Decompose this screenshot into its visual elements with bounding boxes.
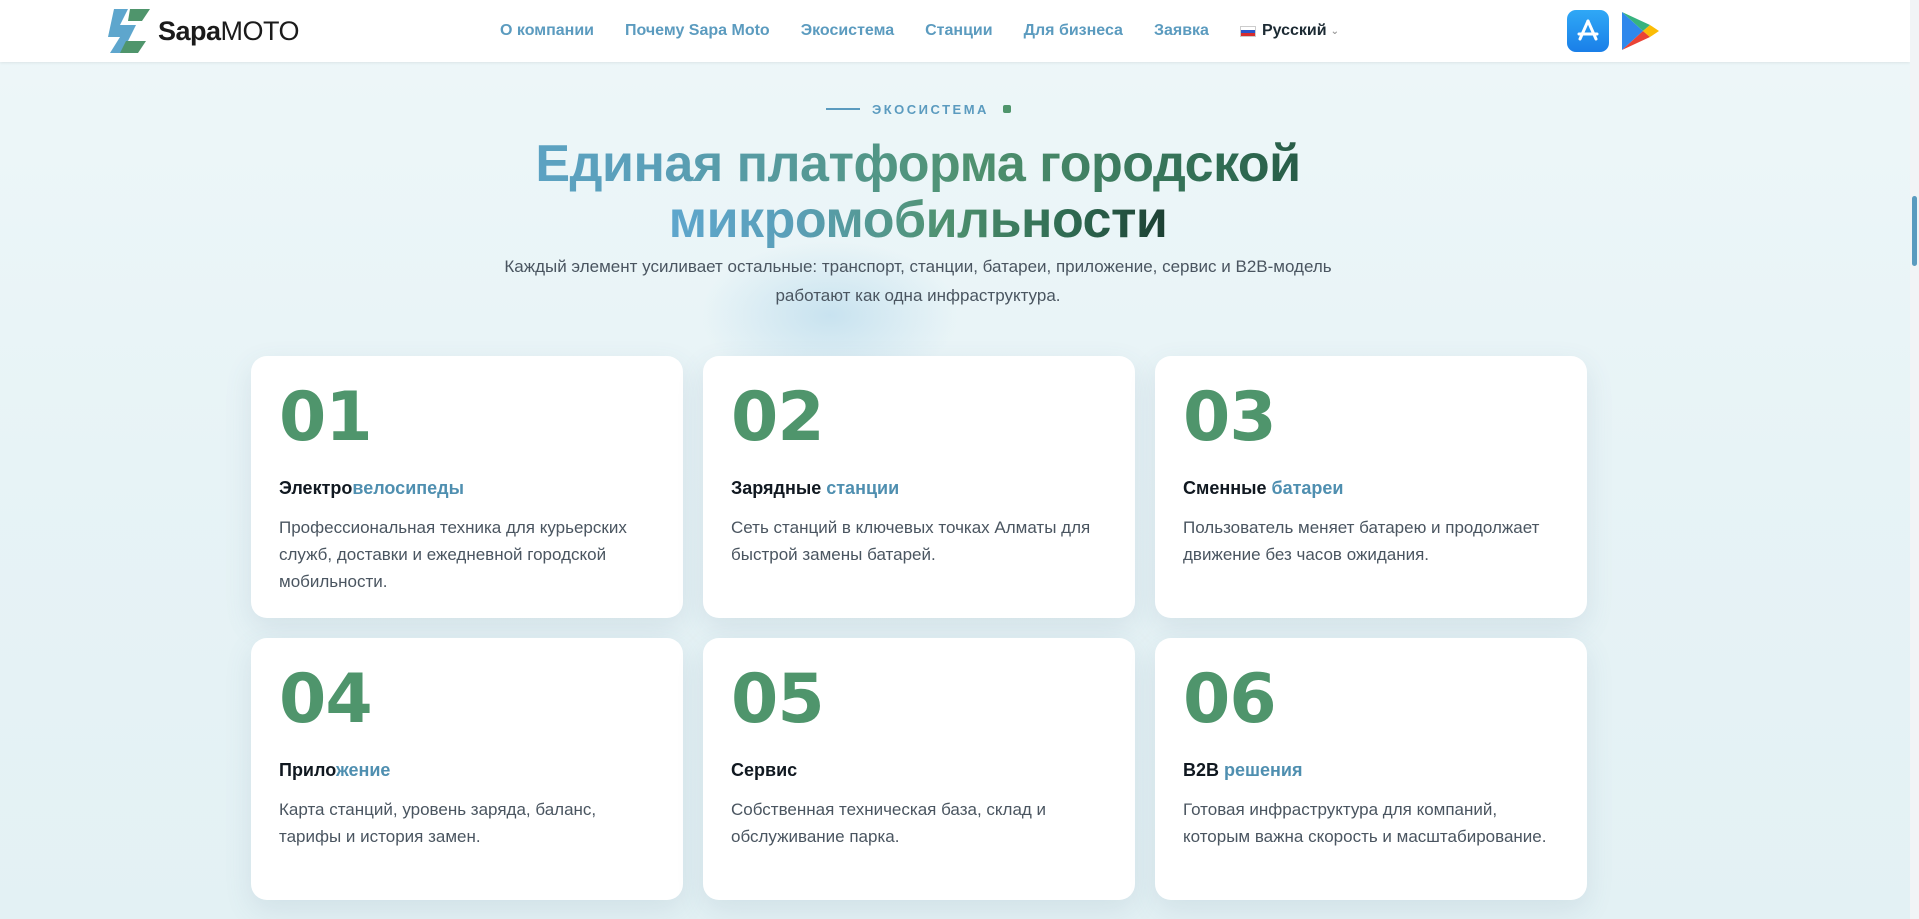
google-play-icon[interactable]: [1619, 10, 1661, 52]
ecosystem-card-batteries: 03 Сменные батареи Пользователь меняет б…: [1155, 356, 1587, 618]
card-number: 05: [731, 660, 825, 739]
nav-about[interactable]: О компании: [500, 22, 594, 40]
chevron-down-icon: ⌄: [1330, 25, 1339, 37]
sapa-logo-icon: [108, 9, 150, 53]
language-selector[interactable]: Русский ⌄: [1239, 22, 1339, 40]
logo[interactable]: SapaMOTO: [106, 7, 300, 55]
card-title: Приложение: [279, 760, 391, 780]
card-title: Сервис: [731, 760, 798, 780]
card-description: Готовая инфраструктура для компаний, кот…: [1183, 800, 1547, 846]
ecosystem-card-stations: 02 Зарядные станции Сеть станций в ключе…: [703, 356, 1135, 618]
card-number: 04: [279, 660, 373, 739]
top-navbar: SapaMOTO О компании Почему Sapa Moto Эко…: [0, 0, 1910, 62]
section-eyebrow: ЭКОСИСТЕМА: [826, 100, 1011, 118]
subtitle-line-1: Каждый элемент усиливает остальные: тран…: [504, 257, 1332, 276]
subtitle-line-2: работают как одна инфраструктура.: [775, 286, 1061, 305]
title-line-1: Единая платформа городской: [400, 136, 1436, 192]
card-title: Сменные батареи: [1183, 478, 1344, 498]
ecosystem-card-app: 04 Приложение Карта станций, уровень зар…: [251, 638, 683, 900]
card-description: Пользователь меняет батарею и продолжает…: [1183, 518, 1540, 564]
title-line-2: микромобильности: [668, 191, 1168, 249]
card-number: 06: [1183, 660, 1277, 739]
card-title: Зарядные станции: [731, 478, 900, 498]
card-number: 03: [1183, 378, 1277, 457]
eyebrow-dot: [1002, 105, 1011, 113]
nav-business[interactable]: Для бизнеса: [1024, 22, 1123, 40]
language-label: Русский: [1261, 22, 1327, 39]
ru-flag-icon: [1239, 25, 1256, 37]
section-subtitle: Каждый элемент усиливает остальные: тран…: [440, 252, 1396, 310]
card-description: Карта станций, уровень заряда, баланс, т…: [279, 800, 597, 846]
card-title: B2B решения: [1183, 760, 1303, 780]
ecosystem-card-b2b: 06 B2B решения Готовая инфраструктура дл…: [1155, 638, 1587, 900]
nav-stations[interactable]: Станции: [925, 22, 992, 40]
section-title: Единая платформа городской микромобильно…: [400, 136, 1436, 248]
eyebrow-line: [826, 108, 860, 110]
scrollbar-thumb[interactable]: [1912, 196, 1917, 266]
page-scrollbar[interactable]: [1910, 0, 1919, 919]
eyebrow-text: ЭКОСИСТЕМА: [872, 101, 989, 117]
app-store-icon[interactable]: [1567, 10, 1609, 52]
nav-why[interactable]: Почему Sapa Moto: [625, 22, 770, 40]
card-number: 02: [731, 378, 825, 457]
nav-request[interactable]: Заявка: [1154, 22, 1209, 40]
logo-text: SapaMOTO: [158, 15, 300, 46]
card-number: 01: [279, 378, 373, 457]
ecosystem-card-service: 05 Сервис Собственная техническая база, …: [703, 638, 1135, 900]
card-description: Профессиональная техника для курьерских …: [279, 518, 627, 591]
card-description: Собственная техническая база, склад и об…: [731, 800, 1047, 846]
main-nav: О компании Почему Sapa Moto Экосистема С…: [500, 0, 1339, 62]
card-description: Сеть станций в ключевых точках Алматы дл…: [731, 518, 1091, 564]
card-title: Электровелосипеды: [279, 478, 464, 498]
ecosystem-card-bikes: 01 Электровелосипеды Профессиональная те…: [251, 356, 683, 618]
nav-ecosystem[interactable]: Экосистема: [801, 22, 894, 40]
